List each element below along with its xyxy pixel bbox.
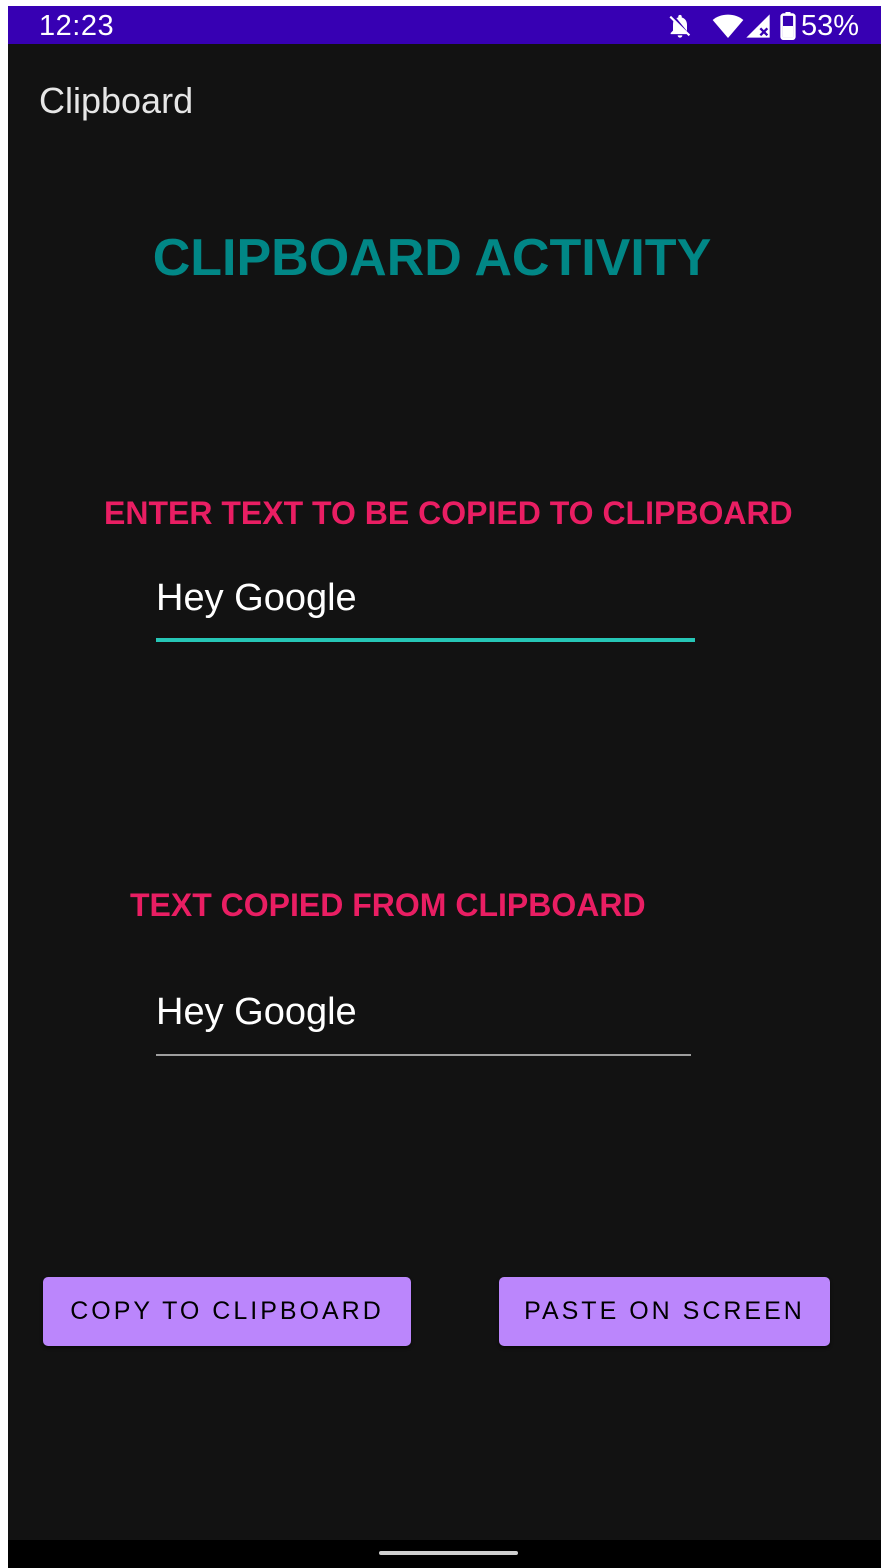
app-bar-title: Clipboard: [39, 80, 194, 121]
status-bar: 12:23 53%: [8, 6, 881, 44]
copy-to-clipboard-button[interactable]: COPY TO CLIPBOARD: [43, 1277, 411, 1346]
status-time: 12:23: [39, 10, 115, 42]
pasted-text-field[interactable]: Hey Google: [156, 986, 691, 1056]
input-value: Hey Google: [156, 577, 357, 619]
home-gesture-handle[interactable]: [379, 1551, 518, 1555]
battery-icon: [780, 12, 796, 40]
output-label: TEXT COPIED FROM CLIPBOARD: [130, 887, 646, 923]
navigation-bar: [8, 1540, 881, 1568]
clipboard-text-input[interactable]: Hey Google: [156, 572, 695, 642]
cell-signal-icon: [744, 12, 772, 40]
status-icons: 53%: [666, 9, 859, 43]
wifi-icon: [712, 12, 744, 40]
notifications-off-icon: [666, 12, 694, 40]
battery-percent: 53%: [800, 10, 859, 42]
app-screen: 12:23 53% Clipboard CLIPBOARD ACTIVITY E…: [8, 6, 881, 1568]
page-title: CLIPBOARD ACTIVITY: [152, 229, 712, 287]
paste-on-screen-button[interactable]: PASTE ON SCREEN: [499, 1277, 830, 1346]
output-value: Hey Google: [156, 991, 357, 1033]
input-label: ENTER TEXT TO BE COPIED TO CLIPBOARD: [104, 495, 793, 531]
